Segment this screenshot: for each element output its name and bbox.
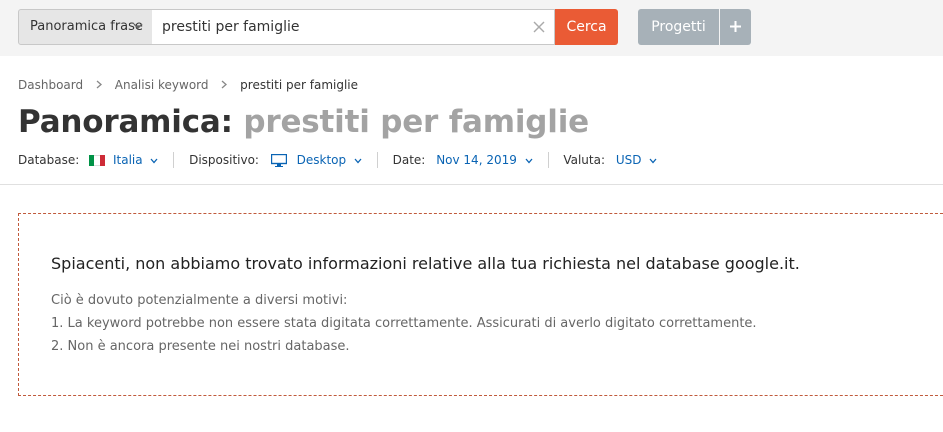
date-selector[interactable]: Nov 14, 2019 (436, 151, 533, 169)
projects-button[interactable]: Progetti (638, 9, 719, 45)
device-label: Dispositivo: (189, 153, 259, 167)
search-query-text: prestiti per famiglie (162, 19, 300, 35)
page-title-main: Panoramica: (18, 104, 233, 140)
currency-selector[interactable]: USD (616, 151, 657, 169)
page-title: Panoramica: prestiti per famiglie (18, 104, 589, 140)
header-divider (0, 184, 943, 185)
filter-divider (173, 152, 175, 168)
notice-reason-item: 2. Non è ancora presente nei nostri data… (51, 339, 350, 354)
search-type-dropdown[interactable]: Panoramica frase (18, 9, 153, 45)
chevron-down-icon (150, 158, 158, 163)
date-value: Nov 14, 2019 (436, 153, 517, 167)
breadcrumb: Dashboard Analisi keyword prestiti per f… (18, 77, 358, 92)
breadcrumb-dashboard[interactable]: Dashboard (18, 78, 83, 92)
report-filters: Database: Italia Dispositivo: Desktop Da… (18, 151, 657, 169)
notice-reason-item: 1. La keyword potrebbe non essere stata … (51, 316, 757, 331)
filter-divider (376, 152, 378, 168)
plus-icon (730, 21, 741, 32)
database-label: Database: (18, 153, 80, 167)
date-label: Date: (392, 153, 426, 167)
page-title-query: prestiti per famiglie (243, 104, 589, 140)
search-button[interactable]: Cerca (555, 9, 618, 45)
filter-divider (547, 152, 549, 168)
currency-value: USD (615, 153, 642, 167)
currency-label: Valuta: (563, 153, 606, 167)
database-value: Italia (112, 153, 143, 167)
chevron-down-icon (133, 23, 143, 30)
italy-flag-icon (89, 155, 106, 166)
breadcrumb-keyword-analysis[interactable]: Analisi keyword (115, 78, 209, 92)
add-project-button[interactable] (720, 9, 751, 45)
no-results-notice: Spiacenti, non abbiamo trovato informazi… (18, 213, 943, 396)
breadcrumb-chevron-icon (87, 78, 111, 92)
chevron-down-icon (525, 158, 533, 163)
breadcrumb-chevron-icon (212, 78, 236, 92)
chevron-down-icon (354, 158, 362, 163)
search-type-label: Panoramica frase (30, 19, 143, 34)
database-selector[interactable]: Italia (83, 151, 158, 169)
notice-reason-intro: Ciò è dovuto potenzialmente a diversi mo… (51, 293, 348, 308)
device-value: Desktop (296, 153, 347, 167)
search-input[interactable]: prestiti per famiglie (152, 9, 555, 45)
chevron-down-icon (649, 158, 657, 163)
top-search-bar: Panoramica frase prestiti per famiglie C… (0, 0, 943, 56)
breadcrumb-current: prestiti per famiglie (240, 77, 359, 92)
device-selector[interactable]: Desktop (263, 151, 362, 169)
desktop-monitor-icon (270, 154, 287, 167)
notice-title: Spiacenti, non abbiamo trovato informazi… (51, 254, 800, 273)
clear-search-icon[interactable] (533, 21, 545, 33)
